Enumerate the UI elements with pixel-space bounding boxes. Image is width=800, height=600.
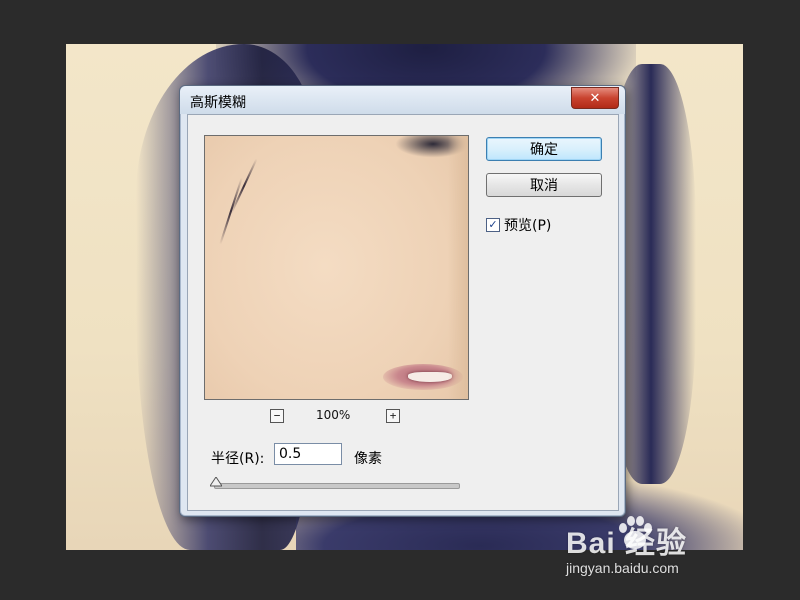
zoom-controls: − 100% + [204,407,467,425]
preview-hair-strand [230,158,258,214]
dialog-client-area: − 100% + 半径(R): 像素 确定 取消 ✓ 预览(P) [187,114,619,511]
preview-shadow [448,136,468,399]
slider-thumb-icon[interactable] [210,477,222,487]
filter-preview-pane[interactable] [204,135,469,400]
zoom-level: 100% [316,408,351,422]
dialog-titlebar[interactable]: 高斯模糊 ✕ [180,86,625,114]
preview-checkbox-row[interactable]: ✓ 预览(P) [486,215,551,235]
preview-teeth [408,372,452,382]
gaussian-blur-dialog: 高斯模糊 ✕ − 100% + 半径(R): 像素 确定 取消 ✓ 预览(P) [179,85,626,517]
baidu-jingyan-watermark: Bai 经验 jingyan.baidu.com [556,512,756,582]
close-icon: ✕ [589,90,601,106]
zoom-out-icon[interactable]: − [270,409,284,423]
dialog-title: 高斯模糊 [190,95,246,111]
radius-label: 半径(R): [211,451,265,467]
radius-slider-track[interactable] [214,483,460,489]
zoom-in-icon[interactable]: + [386,409,400,423]
preview-checkbox-label: 预览(P) [504,218,552,234]
radius-unit-label: 像素 [354,451,382,467]
ok-button[interactable]: 确定 [486,137,602,161]
baidu-paw-icon [619,516,652,549]
watermark-url: jingyan.baidu.com [566,560,679,576]
close-button[interactable]: ✕ [571,87,619,109]
cancel-button[interactable]: 取消 [486,173,602,197]
checkmark-icon[interactable]: ✓ [486,218,500,232]
radius-input[interactable] [274,443,342,465]
